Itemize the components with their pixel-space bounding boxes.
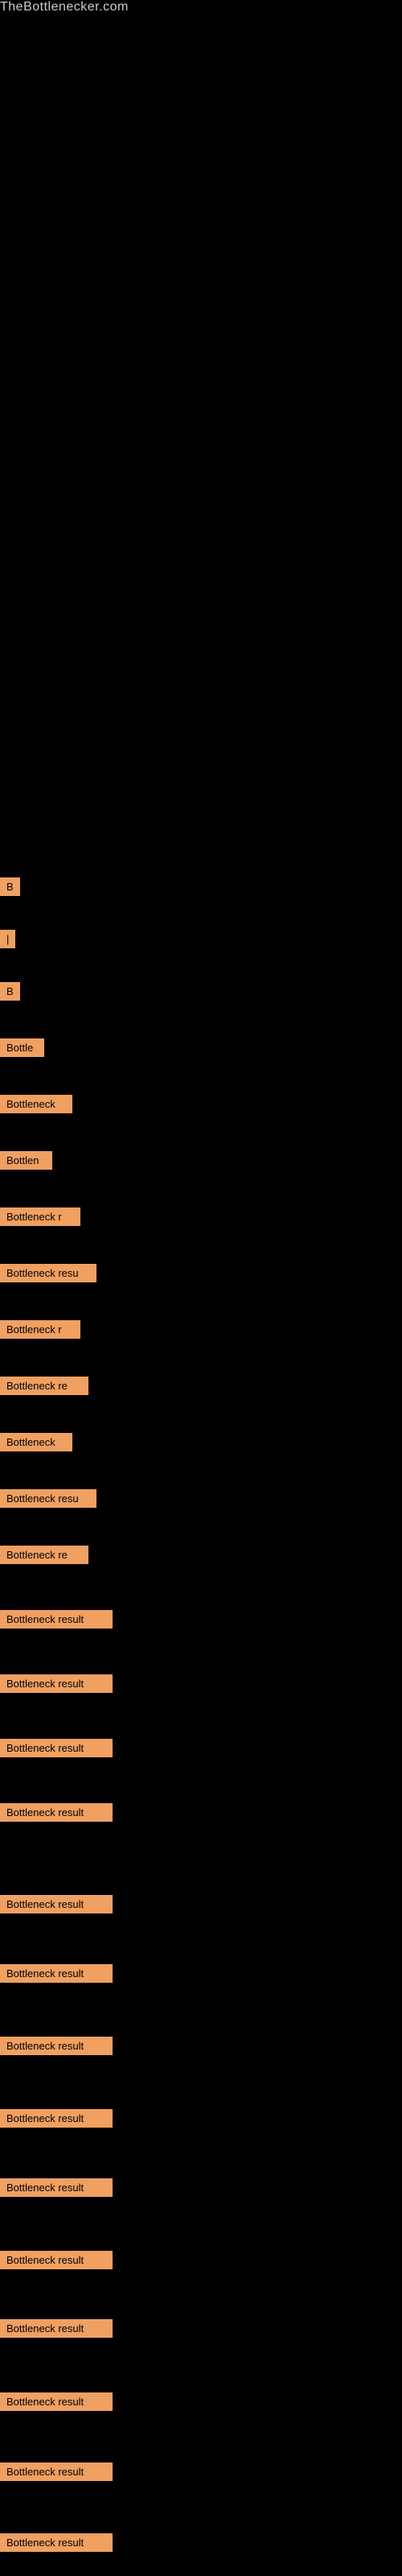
bottleneck-result-item: B [0,877,20,896]
bottleneck-result-item: Bottleneck result [0,1895,113,1913]
bottleneck-result-item: Bottle [0,1038,44,1057]
bottleneck-result-item: Bottleneck result [0,2109,113,2128]
bottleneck-result-item: Bottlen [0,1151,52,1170]
site-title: TheBottlenecker.com [0,0,129,14]
bottleneck-result-item: Bottleneck result [0,1610,113,1629]
bottleneck-result-item: Bottleneck r [0,1320,80,1339]
bottleneck-result-item: Bottleneck re [0,1546,88,1564]
bottleneck-result-item: Bottleneck resu [0,1264,96,1282]
bottleneck-result-item: Bottleneck [0,1433,72,1451]
bottleneck-result-item: Bottleneck result [0,2319,113,2338]
bottleneck-result-item: Bottleneck result [0,2462,113,2481]
bottleneck-result-item: Bottleneck result [0,1803,113,1822]
bottleneck-result-item: Bottleneck resu [0,1489,96,1508]
bottleneck-result-item: Bottleneck result [0,2392,113,2411]
bottleneck-result-item: Bottleneck result [0,2037,113,2055]
bottleneck-result-item: Bottleneck result [0,1674,113,1693]
bottleneck-result-item: Bottleneck result [0,1964,113,1983]
bottleneck-result-item: | [0,930,15,948]
bottleneck-result-item: Bottleneck re [0,1377,88,1395]
bottleneck-result-item: Bottleneck r [0,1208,80,1226]
bottleneck-result-item: B [0,982,20,1001]
bottleneck-result-item: Bottleneck [0,1095,72,1113]
bottleneck-result-item: Bottleneck result [0,2178,113,2197]
bottleneck-result-item: Bottleneck result [0,2251,113,2269]
bottleneck-result-item: Bottleneck result [0,2533,113,2552]
bottleneck-result-item: Bottleneck result [0,1739,113,1757]
